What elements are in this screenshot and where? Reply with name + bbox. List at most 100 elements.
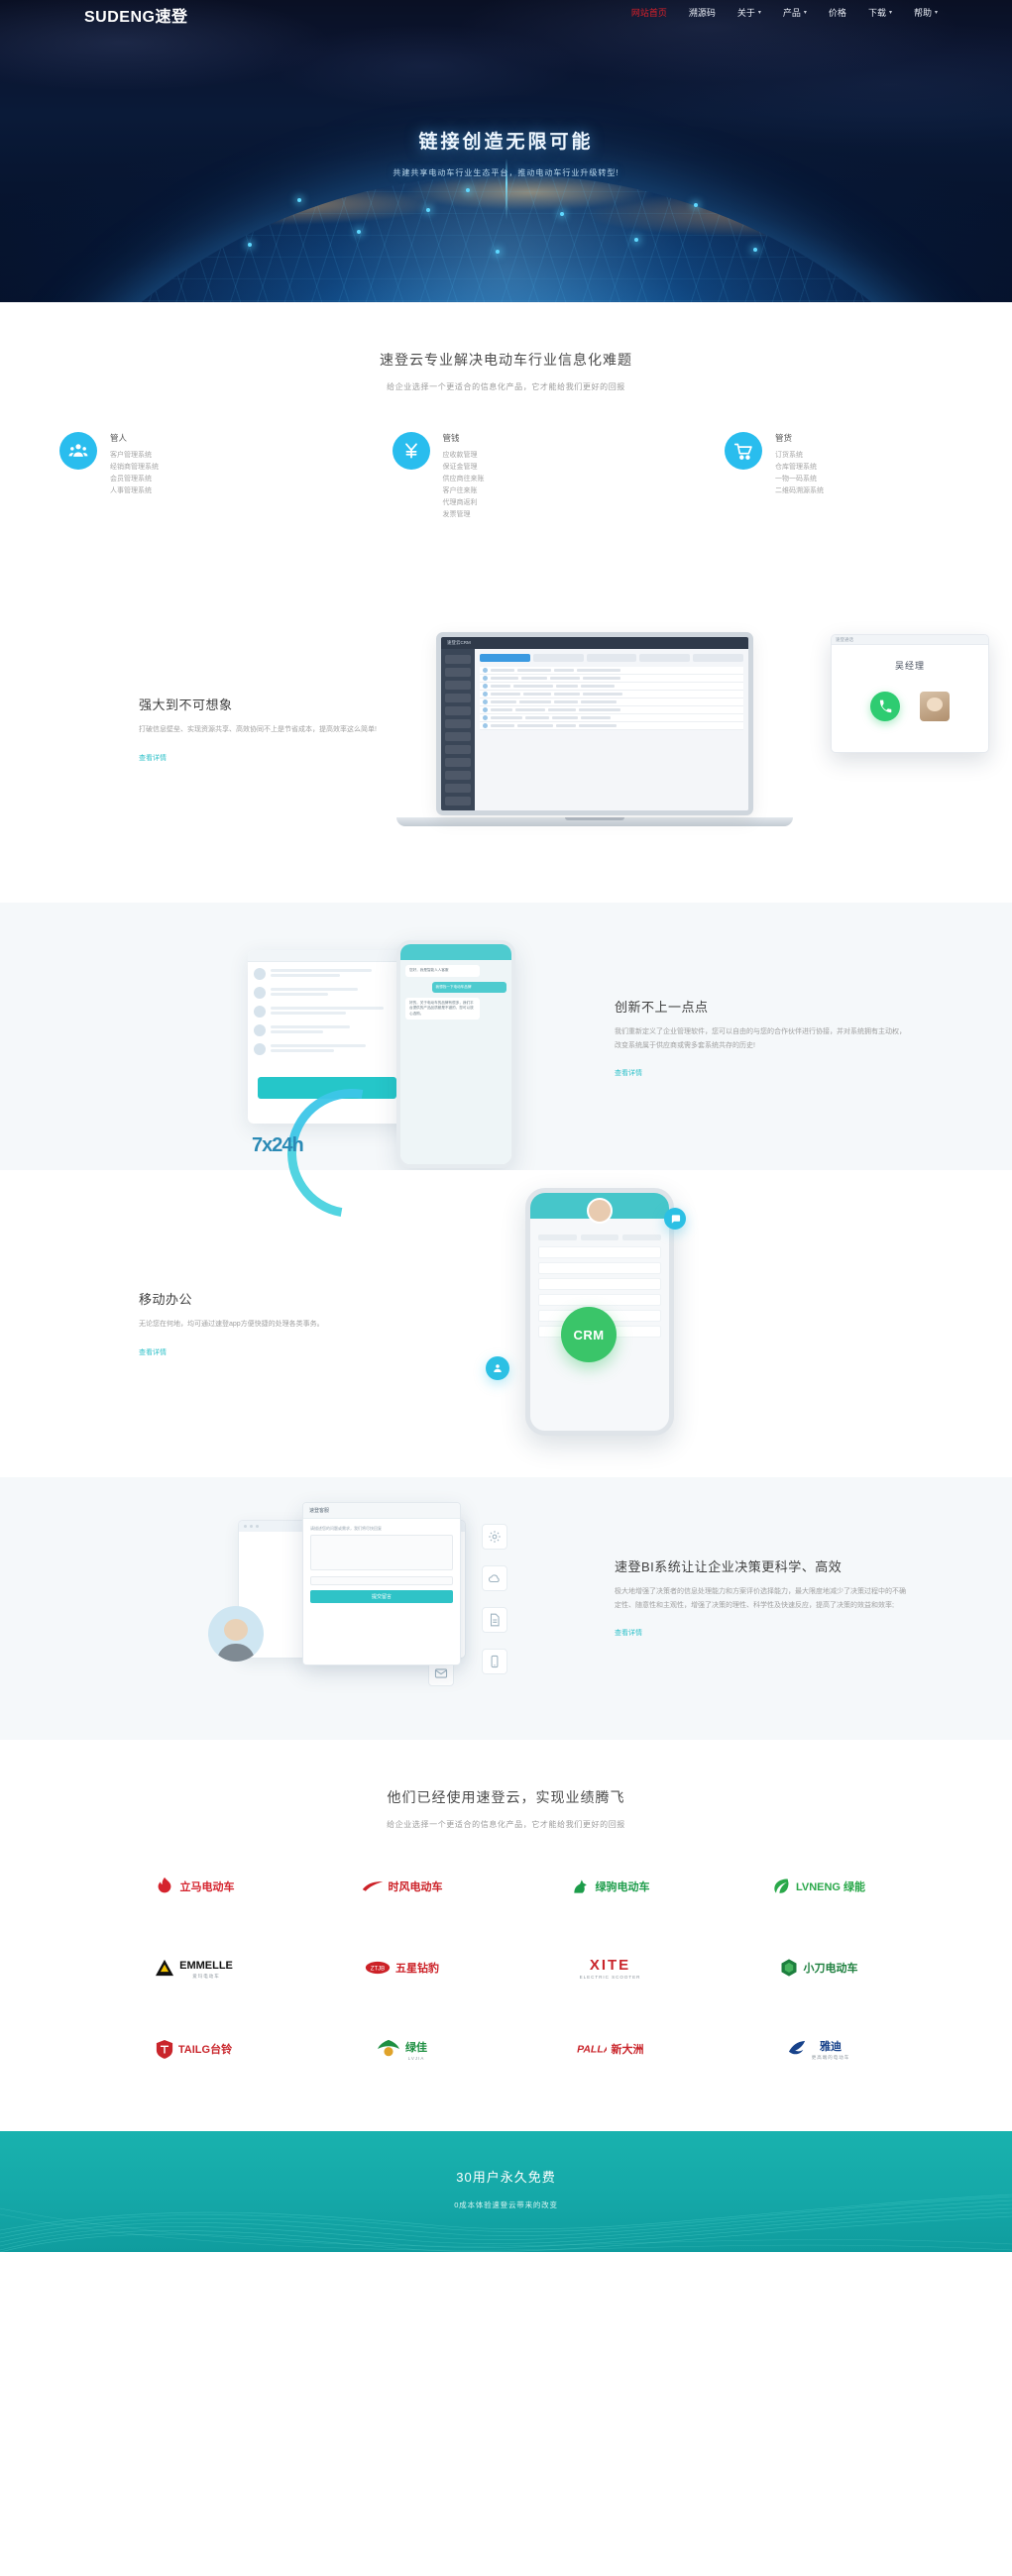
bi-copy: 速登BI系统让让企业决策更科学、高效 极大地增强了决策者的信息处理能力和方案评价… bbox=[615, 1556, 912, 1640]
client-logo-shifeng[interactable]: 时风电动车 bbox=[298, 1864, 506, 1909]
table-row bbox=[480, 722, 743, 731]
mobile-more-link[interactable]: 查看详情 bbox=[139, 1347, 167, 1357]
list-item[interactable]: 二维码溯源系统 bbox=[775, 485, 824, 497]
yuan-icon bbox=[392, 432, 430, 470]
contact-list bbox=[248, 962, 421, 1068]
nav-label: 网站首页 bbox=[630, 8, 667, 18]
list-item[interactable]: 客户管理系统 bbox=[110, 450, 159, 462]
client-logo-emmelle[interactable]: EMMELLE 爱玛电动车 bbox=[90, 1945, 298, 1990]
client-subtitle: LVJIA bbox=[407, 2055, 425, 2061]
chevron-down-icon: ▾ bbox=[803, 9, 807, 16]
client-name: 绿驹电动车 bbox=[595, 1881, 650, 1894]
nav-item-products[interactable]: 产品 ▾ bbox=[783, 6, 807, 19]
site-logo[interactable]: SUDENG速登 bbox=[84, 3, 187, 27]
mobile-body: 无论您在何地，均可通过速登app方便快捷的处理各类事务。 bbox=[139, 1321, 324, 1329]
triangle-mark-icon bbox=[155, 1959, 174, 1977]
contact-input[interactable] bbox=[310, 1576, 453, 1586]
form-body: 请描述您的问题或需求，我们将尽快回复 提交留言 bbox=[303, 1519, 460, 1610]
avatar bbox=[208, 1606, 264, 1663]
bi-body: 极大地增强了决策者的信息处理能力和方案评价选择能力，最大限度地减少了决策过程中的… bbox=[615, 1588, 906, 1609]
hero-copy: 链接创造无限可能 共建共享电动车行业生态平台，推动电动车行业升级转型! bbox=[0, 127, 1012, 178]
submit-button[interactable]: 提交留言 bbox=[310, 1590, 453, 1604]
table-row bbox=[480, 706, 743, 715]
landing-page: SUDENG速登 网站首页 溯源码 关于 ▾ 产品 ▾ 价格 下载 ▾ 帮助 ▾ 链接创… bbox=[0, 0, 1012, 2253]
client-logo-xindazhou[interactable]: PALLA 新大洲 bbox=[506, 2026, 715, 2072]
powerful-body: 打破信息壁垒、实现资源共享、高效协同不上是节省成本，提高效率这么简单! bbox=[139, 726, 377, 734]
solutions-title: 速登云专业解决电动车行业信息化难题 bbox=[380, 352, 632, 368]
avatar bbox=[587, 1198, 613, 1225]
chat-bubble: 您好，我是智能人人客服 bbox=[405, 965, 481, 977]
phone-icon[interactable] bbox=[870, 692, 900, 722]
client-name: 雅迪 bbox=[820, 2041, 842, 2054]
nav-item-traceability[interactable]: 溯源码 bbox=[689, 6, 716, 19]
document-icon bbox=[482, 1607, 507, 1634]
feedback-form-window: 速登客服 请描述您的问题或需求，我们将尽快回复 提交留言 bbox=[302, 1502, 461, 1666]
client-logo-lvju[interactable]: 绿驹电动车 bbox=[506, 1864, 715, 1909]
feature-body: 管货 订货系统 仓库管理系统 一物一码系统 二维码溯源系统 bbox=[775, 432, 824, 497]
nav-item-download[interactable]: 下载 ▾ bbox=[868, 6, 892, 19]
call-window-title: 速登通话 bbox=[832, 635, 988, 646]
flame-mark-icon bbox=[154, 1876, 175, 1897]
client-name: 时风电动车 bbox=[388, 1881, 443, 1894]
caller-name: 吴经理 bbox=[894, 661, 925, 672]
list-item[interactable]: 代理商返利 bbox=[443, 497, 485, 509]
chevron-down-icon: ▾ bbox=[757, 9, 761, 16]
solutions-header: 速登云专业解决电动车行业信息化难题 给企业选择一个更适合的信息化产品，它才能给我… bbox=[0, 302, 1012, 392]
list-item[interactable]: 会员管理系统 bbox=[110, 474, 159, 485]
list-item bbox=[254, 987, 415, 1000]
client-logo-lima[interactable]: 立马电动车 bbox=[90, 1864, 298, 1909]
client-logo-tailg[interactable]: TAILG台铃 bbox=[90, 2026, 298, 2072]
shield-mark-icon bbox=[156, 2039, 173, 2060]
list-item[interactable]: 保证金管理 bbox=[443, 462, 485, 474]
client-name: 小刀电动车 bbox=[803, 1963, 858, 1976]
list-item[interactable]: 一物一码系统 bbox=[775, 474, 824, 485]
innovation-more-link[interactable]: 查看详情 bbox=[615, 1068, 642, 1078]
phone-tabs bbox=[538, 1234, 662, 1241]
app-body bbox=[441, 649, 748, 811]
avatar bbox=[254, 987, 266, 1000]
message-textarea[interactable] bbox=[310, 1535, 453, 1571]
oval-mark-icon: ZTJB bbox=[365, 1961, 391, 1975]
app-titlebar: 速登云CRM bbox=[441, 637, 748, 650]
people-icon bbox=[59, 432, 97, 470]
list-item[interactable]: 应收款管理 bbox=[443, 450, 485, 462]
list-item[interactable]: 供应商往来账 bbox=[443, 474, 485, 485]
client-name: TAILG台铃 bbox=[177, 2044, 233, 2057]
nav-item-help[interactable]: 帮助 ▾ bbox=[914, 6, 938, 19]
nav-item-about[interactable]: 关于 ▾ bbox=[737, 6, 761, 19]
list-item[interactable]: 人事管理系统 bbox=[110, 485, 159, 497]
solutions-section: 速登云专业解决电动车行业信息化难题 给企业选择一个更适合的信息化产品，它才能给我… bbox=[0, 302, 1012, 590]
list-item bbox=[538, 1262, 661, 1275]
client-logo-lvneng[interactable]: LVNENG 绿能 bbox=[715, 1864, 923, 1909]
horse-mark-icon bbox=[571, 1877, 591, 1896]
bi-more-link[interactable]: 查看详情 bbox=[615, 1628, 642, 1638]
table-row bbox=[480, 675, 743, 684]
list-item[interactable]: 客户往来账 bbox=[443, 485, 485, 497]
bird-mark-icon bbox=[787, 2040, 807, 2058]
client-logo-lvjia[interactable]: 绿佳 LVJIA bbox=[298, 2026, 506, 2072]
svg-text:PALLA: PALLA bbox=[577, 2044, 607, 2056]
hex-mark-icon bbox=[779, 1958, 799, 1978]
phone-chat-body: 您好，我是智能人人客服 我想找一下电动车品牌 好的，关于电动车的品牌有很多，我们… bbox=[400, 960, 511, 1165]
table-row bbox=[480, 714, 743, 723]
table-row bbox=[480, 698, 743, 707]
nav-label: 关于 bbox=[736, 8, 755, 18]
feature-body: 管人 客户管理系统 经销商管理系统 会员管理系统 人事管理系统 bbox=[110, 432, 159, 497]
powerful-more-link[interactable]: 查看详情 bbox=[139, 753, 167, 763]
client-logo-xiaodao[interactable]: 小刀电动车 bbox=[715, 1945, 923, 1990]
nav-item-home[interactable]: 网站首页 bbox=[631, 6, 667, 19]
call-actions bbox=[832, 692, 988, 722]
list-item[interactable]: 发票管理 bbox=[443, 509, 485, 521]
list-item[interactable]: 仓库管理系统 bbox=[775, 462, 824, 474]
nav-label: 价格 bbox=[828, 8, 846, 18]
service-hours-badge: 7x24h bbox=[252, 1134, 304, 1157]
nav-item-pricing[interactable]: 价格 bbox=[829, 6, 846, 19]
bi-title: 速登BI系统让让企业决策更科学、高效 bbox=[615, 1559, 843, 1575]
leaf-mark-icon bbox=[771, 1877, 791, 1896]
client-logo-wuxing[interactable]: ZTJB 五星钻豹 bbox=[298, 1945, 506, 1990]
feature-list: 应收款管理 保证金管理 供应商往来账 客户往来账 代理商返利 发票管理 bbox=[443, 450, 485, 521]
client-logo-yadea[interactable]: 雅迪 更高端的电动车 bbox=[715, 2026, 923, 2072]
client-logo-xite[interactable]: XITE ELECTRIC SCOOTER bbox=[506, 1945, 715, 1990]
list-item[interactable]: 经销商管理系统 bbox=[110, 462, 159, 474]
list-item[interactable]: 订货系统 bbox=[775, 450, 824, 462]
